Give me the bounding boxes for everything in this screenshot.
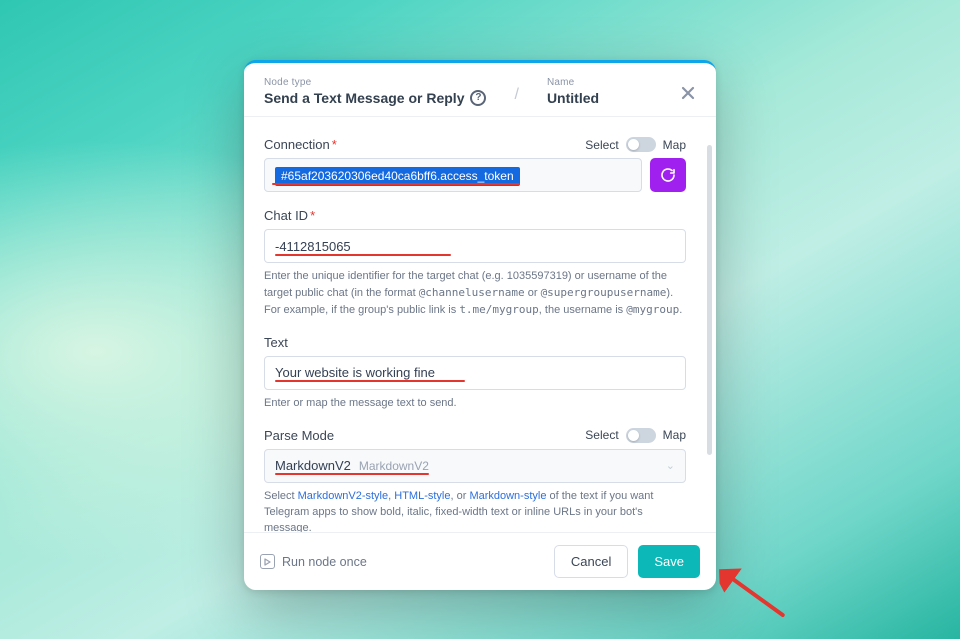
field-chat-id: Chat ID* Enter the unique identifier for… (264, 208, 686, 319)
link-html-style[interactable]: HTML-style (394, 490, 450, 502)
connection-chip: #65af203620306ed40ca6bff6.access_token (275, 167, 520, 186)
field-text: Text Enter or map the message text to se… (264, 335, 686, 412)
save-button[interactable]: Save (638, 545, 700, 578)
chat-id-input-box (264, 229, 686, 263)
cancel-button[interactable]: Cancel (554, 545, 628, 578)
parse-mode-select[interactable]: MarkdownV2 MarkdownV2 ⌄ (264, 449, 686, 483)
chat-id-label: Chat ID* (264, 208, 315, 223)
chevron-down-icon: ⌄ (666, 459, 675, 472)
refresh-button[interactable] (650, 158, 686, 192)
parse-mode-toggle: Select Map (585, 428, 686, 443)
modal-header: Node type Send a Text Message or Reply ?… (244, 63, 716, 117)
toggle-switch[interactable] (626, 137, 656, 152)
link-markdown-style[interactable]: Markdown-style (469, 490, 546, 502)
annotation-arrow (719, 567, 791, 624)
text-input-box (264, 356, 686, 390)
name-value[interactable]: Untitled (547, 90, 599, 106)
link-markdownv2[interactable]: MarkdownV2-style (298, 490, 388, 502)
field-parse-mode: Parse Mode Select Map MarkdownV2 Markdow… (264, 428, 686, 532)
text-input[interactable] (275, 365, 465, 380)
play-icon (260, 554, 275, 569)
close-button[interactable] (674, 79, 702, 107)
modal-footer: Run node once Cancel Save (244, 532, 716, 590)
name-label: Name (547, 77, 599, 88)
parse-mode-label: Parse Mode (264, 428, 334, 443)
connection-input[interactable]: #65af203620306ed40ca6bff6.access_token (264, 158, 642, 192)
text-help: Enter or map the message text to send. (264, 396, 686, 412)
toggle-map-label: Map (663, 138, 686, 152)
parse-mode-sub: MarkdownV2 (359, 459, 429, 473)
refresh-icon (660, 167, 676, 183)
run-node-once[interactable]: Run node once (260, 554, 367, 569)
toggle-select-label: Select (585, 138, 618, 152)
toggle-switch[interactable] (626, 428, 656, 443)
field-connection: Connection* Select Map #65af203620306ed4… (264, 137, 686, 192)
connection-toggle: Select Map (585, 137, 686, 152)
connection-label: Connection* (264, 137, 337, 152)
node-type-block: Node type Send a Text Message or Reply ? (264, 77, 486, 106)
name-block: Name Untitled (547, 77, 599, 106)
scrollbar[interactable] (707, 145, 712, 455)
node-settings-modal: Node type Send a Text Message or Reply ?… (244, 60, 716, 590)
header-separator: / (514, 86, 518, 106)
chat-id-help: Enter the unique identifier for the targ… (264, 269, 686, 319)
chat-id-input[interactable] (275, 239, 451, 254)
parse-mode-help: Select MarkdownV2-style, HTML-style, or … (264, 489, 686, 532)
close-icon (679, 84, 697, 102)
text-label: Text (264, 335, 288, 350)
node-type-label: Node type (264, 77, 486, 88)
modal-body: Connection* Select Map #65af203620306ed4… (244, 117, 716, 532)
parse-mode-value: MarkdownV2 (275, 458, 351, 473)
help-icon[interactable]: ? (470, 90, 486, 106)
node-type-value: Send a Text Message or Reply ? (264, 90, 486, 106)
